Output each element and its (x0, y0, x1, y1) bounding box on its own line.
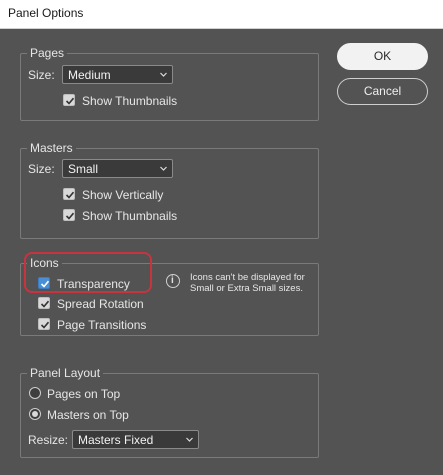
highlight-annotation (24, 252, 152, 293)
masters-show-vertically-label: Show Vertically (82, 188, 164, 202)
resize-dropdown[interactable]: Masters Fixed (72, 430, 199, 449)
chevron-down-icon (186, 437, 193, 442)
checkmark-icon (40, 300, 50, 308)
page-transitions-checkbox[interactable] (38, 318, 50, 330)
pages-on-top-radio[interactable] (29, 387, 41, 399)
masters-on-top-label: Masters on Top (47, 408, 129, 422)
masters-size-dropdown[interactable]: Small (62, 159, 173, 178)
pages-size-value: Medium (68, 68, 111, 82)
resize-label: Resize: (28, 433, 69, 447)
pages-show-thumbnails-checkbox[interactable] (63, 94, 75, 106)
pages-legend: Pages (30, 46, 65, 60)
masters-size-label: Size: (28, 162, 55, 176)
checkmark-icon (65, 191, 75, 199)
pages-size-label: Size: (28, 68, 55, 82)
ok-button[interactable]: OK (337, 43, 428, 70)
window-title: Panel Options (8, 6, 84, 20)
title-bar: Panel Options (0, 0, 443, 29)
spread-rotation-checkbox[interactable] (38, 297, 50, 309)
cancel-button[interactable]: Cancel (337, 78, 428, 105)
masters-on-top-radio[interactable] (29, 408, 41, 420)
pages-show-thumbnails-label: Show Thumbnails (82, 94, 178, 108)
checkmark-icon (65, 97, 75, 105)
panel-layout-legend: Panel Layout (30, 366, 101, 380)
spread-rotation-label: Spread Rotation (57, 297, 144, 311)
masters-show-thumbnails-checkbox[interactable] (63, 209, 75, 221)
masters-size-value: Small (68, 162, 99, 176)
page-transitions-label: Page Transitions (57, 318, 147, 332)
masters-legend: Masters (30, 141, 73, 155)
masters-show-thumbnails-label: Show Thumbnails (82, 209, 178, 223)
pages-on-top-label: Pages on Top (47, 387, 121, 401)
icons-note: Icons can't be displayed for Small or Ex… (190, 272, 305, 294)
panel-options-dialog: OK Cancel Pages Size: Medium Show Thumbn… (0, 29, 443, 475)
info-icon: i (166, 274, 180, 288)
chevron-down-icon (160, 166, 167, 171)
checkmark-icon (65, 212, 75, 220)
checkmark-icon (40, 321, 50, 329)
resize-value: Masters Fixed (78, 433, 154, 447)
masters-show-vertically-checkbox[interactable] (63, 188, 75, 200)
pages-size-dropdown[interactable]: Medium (62, 65, 173, 84)
chevron-down-icon (160, 72, 167, 77)
